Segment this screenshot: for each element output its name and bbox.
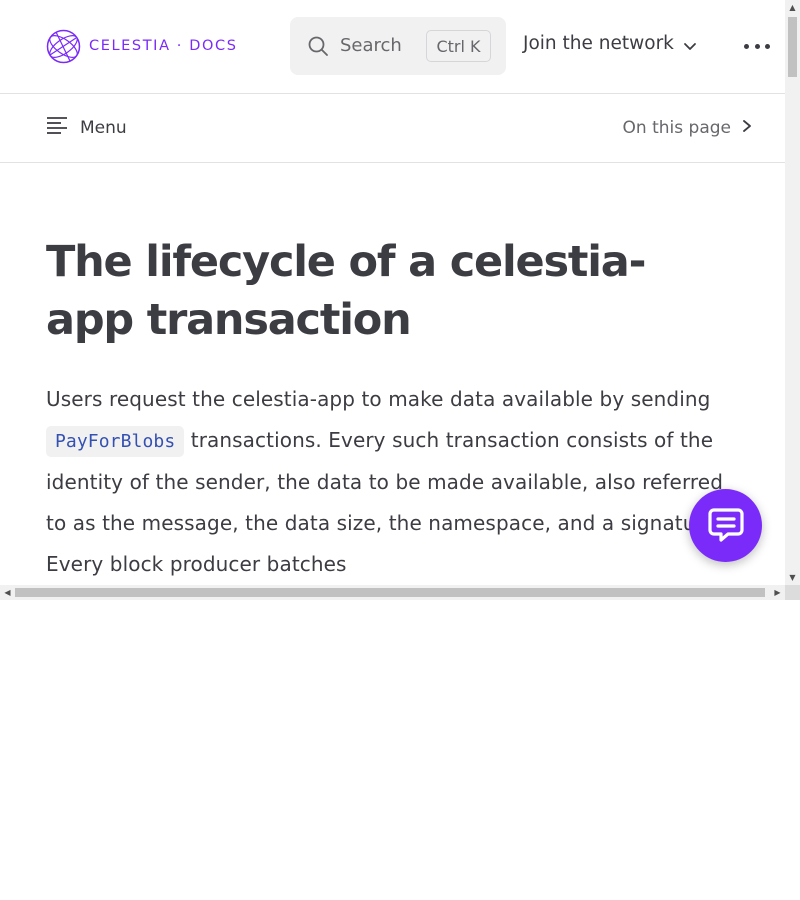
sidebar-menu-button[interactable]: Menu: [46, 116, 127, 139]
on-this-page-button[interactable]: On this page: [623, 118, 753, 138]
search-button[interactable]: Search Ctrl K: [290, 17, 506, 75]
scrollbar-corner: [785, 585, 800, 600]
page-title: The lifecycle of a celestia-app transact…: [46, 237, 646, 345]
chat-icon: [706, 504, 746, 548]
search-label: Search: [340, 35, 402, 56]
chevron-right-icon: [731, 118, 753, 138]
search-shortcut-badge: Ctrl K: [426, 30, 491, 62]
scroll-left-arrow-icon[interactable]: ◀: [0, 585, 15, 600]
site-logo-link[interactable]: CELESTIA · DOCS: [46, 29, 238, 63]
chevron-down-icon: [683, 37, 697, 51]
chat-button[interactable]: [689, 489, 762, 562]
dot: [744, 43, 749, 49]
browser-viewport: CELESTIA · DOCS Search Ctrl K Join the n…: [0, 0, 800, 600]
intro-paragraph: Users request the celestia-app to make d…: [46, 379, 726, 585]
more-dots-icon[interactable]: [744, 36, 770, 56]
main-content: The lifecycle of a celestia-app transact…: [46, 233, 726, 585]
dot: [754, 43, 760, 49]
top-navigation-bar: CELESTIA · DOCS Search Ctrl K Join the n…: [0, 0, 785, 94]
horizontal-scrollbar-thumb[interactable]: [15, 588, 765, 597]
scroll-up-arrow-icon[interactable]: ▲: [785, 0, 800, 15]
join-network-label: Join the network: [523, 33, 674, 54]
vertical-scrollbar[interactable]: [785, 0, 800, 585]
logo-wordmark: CELESTIA · DOCS: [89, 38, 238, 54]
menu-label: Menu: [80, 117, 127, 138]
local-navigation-bar: Menu On this page: [0, 94, 785, 163]
scroll-down-arrow-icon[interactable]: ▼: [785, 570, 800, 585]
join-network-dropdown[interactable]: Join the network: [523, 33, 697, 54]
on-this-page-label: On this page: [622, 118, 731, 138]
inline-code: PayForBlobs: [46, 426, 185, 457]
dot: [765, 43, 770, 49]
vertical-scrollbar-thumb[interactable]: [788, 17, 797, 77]
search-icon: [308, 36, 328, 56]
paragraph-text: Users request the celestia-app to make d…: [46, 387, 711, 411]
menu-lines-icon: [46, 116, 80, 139]
scroll-right-arrow-icon[interactable]: ▶: [770, 585, 785, 600]
celestia-logo-icon: [46, 29, 81, 64]
